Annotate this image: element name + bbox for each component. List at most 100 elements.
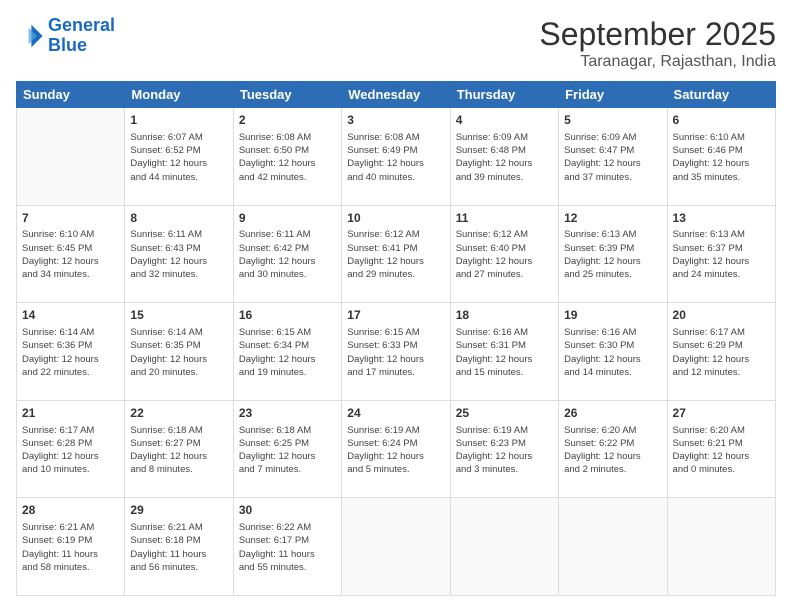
day-info: Sunset: 6:28 PM [22, 437, 119, 450]
day-info: Sunset: 6:36 PM [22, 339, 119, 352]
day-info: Sunset: 6:24 PM [347, 437, 444, 450]
day-info: Sunset: 6:52 PM [130, 144, 227, 157]
day-number: 3 [347, 112, 444, 129]
table-row: 6Sunrise: 6:10 AMSunset: 6:46 PMDaylight… [667, 108, 775, 206]
day-info: Sunset: 6:40 PM [456, 242, 553, 255]
day-info: Sunset: 6:21 PM [673, 437, 770, 450]
table-row: 1Sunrise: 6:07 AMSunset: 6:52 PMDaylight… [125, 108, 233, 206]
table-row: 4Sunrise: 6:09 AMSunset: 6:48 PMDaylight… [450, 108, 558, 206]
table-row: 15Sunrise: 6:14 AMSunset: 6:35 PMDayligh… [125, 303, 233, 401]
table-row: 10Sunrise: 6:12 AMSunset: 6:41 PMDayligh… [342, 205, 450, 303]
day-info: and 17 minutes. [347, 366, 444, 379]
day-info: and 20 minutes. [130, 366, 227, 379]
day-info: Sunset: 6:45 PM [22, 242, 119, 255]
day-info: Daylight: 12 hours [673, 255, 770, 268]
table-row: 12Sunrise: 6:13 AMSunset: 6:39 PMDayligh… [559, 205, 667, 303]
calendar-header-wednesday: Wednesday [342, 82, 450, 108]
day-info: Sunset: 6:47 PM [564, 144, 661, 157]
day-info: Daylight: 12 hours [239, 353, 336, 366]
day-number: 19 [564, 307, 661, 324]
day-number: 14 [22, 307, 119, 324]
calendar-header-sunday: Sunday [17, 82, 125, 108]
day-info: and 10 minutes. [22, 463, 119, 476]
table-row: 14Sunrise: 6:14 AMSunset: 6:36 PMDayligh… [17, 303, 125, 401]
day-info: Sunrise: 6:09 AM [456, 131, 553, 144]
day-info: and 29 minutes. [347, 268, 444, 281]
day-info: Sunrise: 6:16 AM [456, 326, 553, 339]
day-info: and 25 minutes. [564, 268, 661, 281]
day-info: Daylight: 12 hours [22, 255, 119, 268]
day-info: Sunrise: 6:19 AM [456, 424, 553, 437]
calendar-header-saturday: Saturday [667, 82, 775, 108]
day-info: Sunrise: 6:12 AM [456, 228, 553, 241]
table-row: 9Sunrise: 6:11 AMSunset: 6:42 PMDaylight… [233, 205, 341, 303]
day-info: and 55 minutes. [239, 561, 336, 574]
table-row: 30Sunrise: 6:22 AMSunset: 6:17 PMDayligh… [233, 498, 341, 596]
day-number: 15 [130, 307, 227, 324]
table-row: 2Sunrise: 6:08 AMSunset: 6:50 PMDaylight… [233, 108, 341, 206]
day-info: and 58 minutes. [22, 561, 119, 574]
day-info: and 3 minutes. [456, 463, 553, 476]
day-info: Daylight: 12 hours [347, 353, 444, 366]
day-info: Daylight: 12 hours [456, 450, 553, 463]
day-info: Sunrise: 6:19 AM [347, 424, 444, 437]
day-info: Sunrise: 6:13 AM [564, 228, 661, 241]
day-info: Sunrise: 6:14 AM [22, 326, 119, 339]
day-info: Daylight: 11 hours [239, 548, 336, 561]
calendar-week-3: 21Sunrise: 6:17 AMSunset: 6:28 PMDayligh… [17, 400, 776, 498]
day-number: 8 [130, 210, 227, 227]
calendar-header-tuesday: Tuesday [233, 82, 341, 108]
day-info: Sunset: 6:17 PM [239, 534, 336, 547]
day-info: Sunrise: 6:18 AM [239, 424, 336, 437]
day-info: Sunset: 6:33 PM [347, 339, 444, 352]
table-row: 27Sunrise: 6:20 AMSunset: 6:21 PMDayligh… [667, 400, 775, 498]
table-row: 22Sunrise: 6:18 AMSunset: 6:27 PMDayligh… [125, 400, 233, 498]
day-info: and 0 minutes. [673, 463, 770, 476]
calendar-header-friday: Friday [559, 82, 667, 108]
day-number: 18 [456, 307, 553, 324]
day-info: Sunrise: 6:11 AM [239, 228, 336, 241]
day-info: and 37 minutes. [564, 171, 661, 184]
table-row: 20Sunrise: 6:17 AMSunset: 6:29 PMDayligh… [667, 303, 775, 401]
day-info: Sunrise: 6:15 AM [239, 326, 336, 339]
day-info: and 44 minutes. [130, 171, 227, 184]
day-info: Sunset: 6:46 PM [673, 144, 770, 157]
day-info: Daylight: 12 hours [130, 255, 227, 268]
day-info: Daylight: 12 hours [456, 157, 553, 170]
header: General Blue September 2025 Taranagar, R… [16, 16, 776, 71]
day-info: and 8 minutes. [130, 463, 227, 476]
logo-line1: General [48, 15, 115, 35]
day-info: Sunset: 6:37 PM [673, 242, 770, 255]
day-info: Sunset: 6:50 PM [239, 144, 336, 157]
table-row: 5Sunrise: 6:09 AMSunset: 6:47 PMDaylight… [559, 108, 667, 206]
day-info: Sunset: 6:39 PM [564, 242, 661, 255]
day-number: 4 [456, 112, 553, 129]
calendar-header-thursday: Thursday [450, 82, 558, 108]
day-info: Daylight: 12 hours [673, 450, 770, 463]
day-info: Sunrise: 6:18 AM [130, 424, 227, 437]
day-info: Sunrise: 6:11 AM [130, 228, 227, 241]
day-info: Daylight: 12 hours [564, 255, 661, 268]
day-number: 9 [239, 210, 336, 227]
day-info: Daylight: 12 hours [673, 353, 770, 366]
day-info: and 14 minutes. [564, 366, 661, 379]
logo-icon [16, 22, 44, 50]
table-row [17, 108, 125, 206]
day-info: Daylight: 12 hours [130, 353, 227, 366]
day-info: Sunrise: 6:20 AM [673, 424, 770, 437]
day-number: 24 [347, 405, 444, 422]
day-number: 22 [130, 405, 227, 422]
page: General Blue September 2025 Taranagar, R… [0, 0, 792, 612]
day-number: 25 [456, 405, 553, 422]
calendar-header-monday: Monday [125, 82, 233, 108]
table-row [342, 498, 450, 596]
day-info: Sunset: 6:29 PM [673, 339, 770, 352]
day-info: and 35 minutes. [673, 171, 770, 184]
day-number: 5 [564, 112, 661, 129]
day-info: and 56 minutes. [130, 561, 227, 574]
month-title: September 2025 [539, 16, 776, 53]
day-info: Sunrise: 6:17 AM [673, 326, 770, 339]
day-number: 16 [239, 307, 336, 324]
day-info: and 12 minutes. [673, 366, 770, 379]
table-row: 28Sunrise: 6:21 AMSunset: 6:19 PMDayligh… [17, 498, 125, 596]
